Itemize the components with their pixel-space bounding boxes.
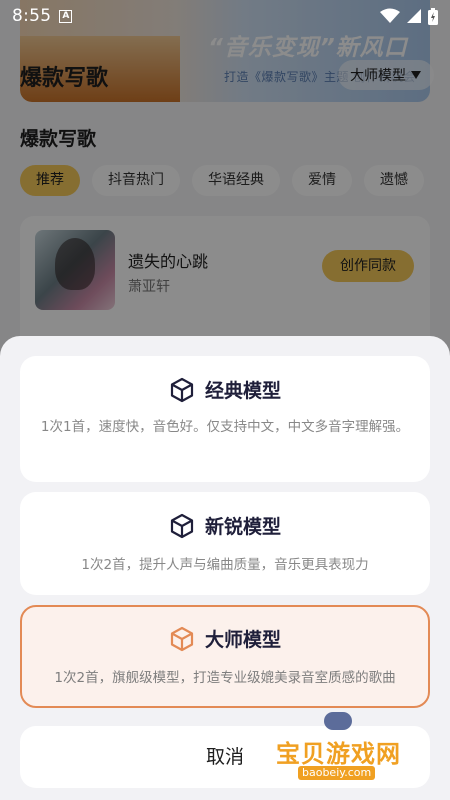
signal-icon [407, 9, 421, 23]
wifi-icon [380, 8, 400, 23]
status-time: 8:55 [12, 6, 52, 26]
watermark-text: 宝贝游戏网 [276, 740, 401, 768]
status-icons [380, 7, 438, 25]
cube-icon [170, 513, 194, 538]
cube-icon [170, 626, 194, 651]
status-bar: 8:55 A [0, 0, 450, 32]
option-header: 大师模型 [22, 625, 428, 652]
cube-icon [170, 377, 194, 402]
battery-icon [428, 7, 438, 25]
notification-icon: A [59, 9, 73, 23]
option-description: 1次2首，旗舰级模型，打造专业级媲美录音室质感的歌曲 [54, 670, 396, 686]
option-master-model[interactable]: 大师模型 1次2首，旗舰级模型，打造专业级媲美录音室质感的歌曲 [20, 605, 430, 708]
option-title: 新锐模型 [204, 516, 281, 538]
option-title: 大师模型 [204, 629, 281, 651]
option-description: 1次2首，提升人声与编曲质量，音乐更具表现力 [81, 557, 369, 573]
option-title: 经典模型 [204, 380, 281, 402]
gamepad-icon [324, 712, 352, 730]
option-classic-model[interactable]: 经典模型 1次1首，速度快，音色好。仅支持中文，中文多音字理解强。 [20, 356, 430, 482]
option-header: 经典模型 [22, 376, 428, 403]
watermark-logo: 宝贝游戏网 baobeiy.com [276, 712, 426, 784]
option-fresh-model[interactable]: 新锐模型 1次2首，提升人声与编曲质量，音乐更具表现力 [20, 492, 430, 595]
option-description: 1次1首，速度快，音色好。仅支持中文，中文多音字理解强。 [40, 419, 410, 435]
watermark-url: baobeiy.com [298, 766, 376, 780]
option-header: 新锐模型 [22, 512, 428, 539]
